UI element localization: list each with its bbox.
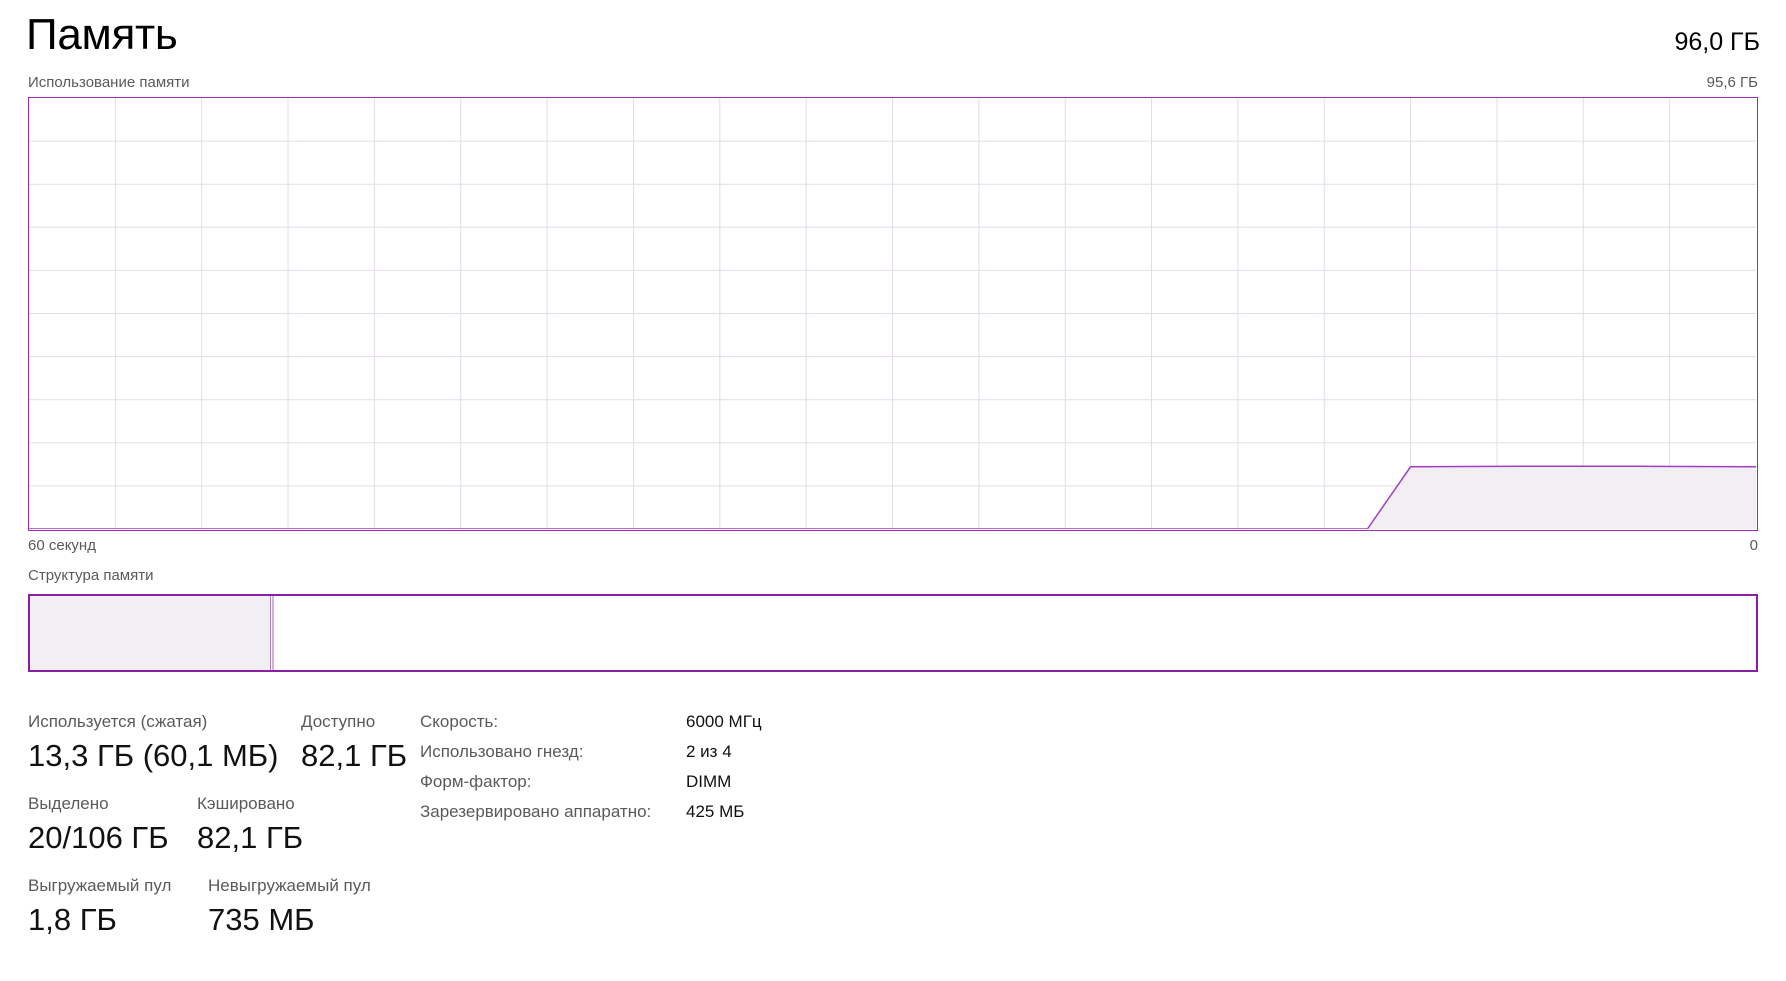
hardware-reserved-label: Зарезервировано аппаратно:: [420, 802, 652, 821]
cached-value: 82,1 ГБ: [197, 820, 304, 855]
speed-value: 6000 МГц: [686, 712, 762, 731]
page-title: Память: [26, 10, 178, 59]
committed-value: 20/106 ГБ: [28, 820, 169, 855]
paged-pool-label: Выгружаемый пул: [28, 876, 172, 895]
paged-pool-value: 1,8 ГБ: [28, 902, 117, 937]
time-axis-right-label: 0: [1749, 537, 1758, 554]
cached-label: Кэшировано: [197, 794, 295, 813]
composition-in-use[interactable]: [30, 596, 270, 670]
composition-in-use-edge: [269, 596, 271, 670]
available-label: Доступно: [301, 712, 376, 731]
committed-label: Выделено: [28, 794, 109, 813]
hardware-reserved-value: 425 МБ: [686, 802, 745, 821]
available-value: 82,1 ГБ: [301, 738, 408, 773]
memory-composition-bar[interactable]: [28, 594, 1758, 672]
form-factor-label: Форм-фактор:: [420, 772, 532, 791]
nonpaged-pool-label: Невыгружаемый пул: [208, 876, 371, 895]
time-axis-left-label: 60 секунд: [28, 537, 96, 554]
usage-graph-label: Использование памяти: [28, 74, 190, 91]
slots-used-label: Использовано гнезд:: [420, 742, 584, 761]
memory-usage-graph: [28, 97, 1758, 531]
nonpaged-pool-value: 735 МБ: [208, 902, 315, 937]
composition-modified[interactable]: [271, 596, 274, 670]
memory-usage-chart: [29, 98, 1756, 529]
total-memory: 96,0 ГБ: [1674, 28, 1760, 56]
in-use-label: Используется (сжатая): [28, 712, 208, 731]
in-use-value: 13,3 ГБ (60,1 МБ): [28, 738, 279, 773]
graph-grid: [29, 98, 1756, 529]
composition-label: Структура памяти: [28, 567, 154, 584]
usage-graph-max-label: 95,6 ГБ: [1706, 74, 1758, 91]
slots-used-value: 2 из 4: [686, 742, 732, 761]
form-factor-value: DIMM: [686, 772, 732, 791]
speed-label: Скорость:: [420, 712, 499, 731]
